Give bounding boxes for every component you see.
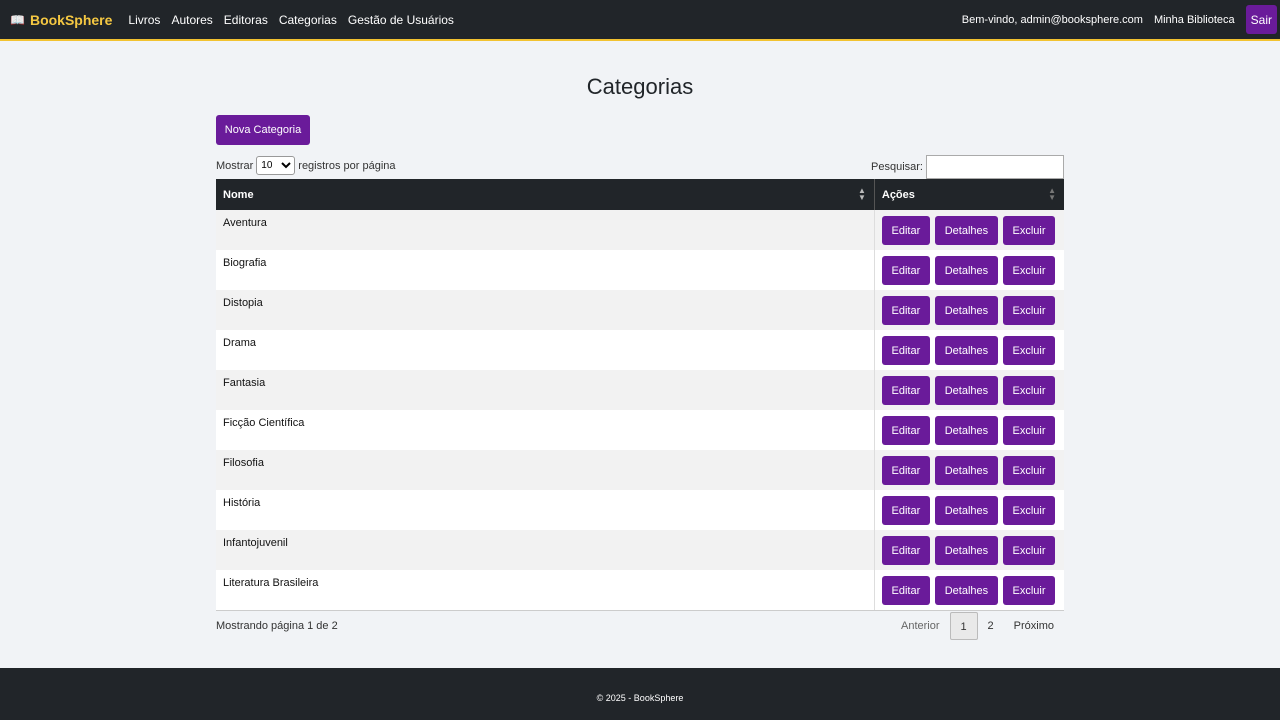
details-button[interactable]: Detalhes (934, 336, 998, 365)
edit-button[interactable]: Editar (881, 496, 930, 525)
details-button[interactable]: Detalhes (934, 376, 998, 405)
details-button[interactable]: Detalhes (934, 416, 998, 445)
category-name: Infantojuvenil (216, 530, 875, 570)
footer: © 2025 - BookSphere (0, 668, 1280, 720)
edit-button[interactable]: Editar (881, 536, 930, 565)
nav-link-gestao-usuarios[interactable]: Gestão de Usuários (348, 13, 454, 27)
details-button[interactable]: Detalhes (934, 256, 998, 285)
edit-button[interactable]: Editar (881, 256, 930, 285)
category-name: Drama (216, 330, 875, 370)
edit-button[interactable]: Editar (881, 336, 930, 365)
table-row: Fantasia Editar Detalhes Excluir (216, 370, 1064, 410)
nav-link-livros[interactable]: Livros (128, 13, 160, 27)
brand-name[interactable]: BookSphere (30, 12, 112, 28)
details-button[interactable]: Detalhes (934, 536, 998, 565)
table-body: Aventura Editar Detalhes Excluir Biograf… (216, 210, 1064, 611)
delete-button[interactable]: Excluir (1003, 456, 1055, 485)
details-button[interactable]: Detalhes (934, 296, 998, 325)
details-button[interactable]: Detalhes (934, 576, 998, 605)
category-name: Fantasia (216, 370, 875, 410)
logout-button[interactable]: Sair (1245, 5, 1277, 34)
table-row: Aventura Editar Detalhes Excluir (216, 210, 1064, 250)
page-button-1[interactable]: 1 (949, 612, 978, 640)
delete-button[interactable]: Excluir (1003, 296, 1055, 325)
table-header-row: Nome ▲ ▼ Ações ▲ ▼ (216, 179, 1064, 210)
show-label: Mostrar (216, 159, 254, 172)
category-name: História (216, 490, 875, 530)
search-input[interactable] (926, 155, 1064, 179)
category-name: Ficção Científica (216, 410, 875, 450)
delete-button[interactable]: Excluir (1003, 336, 1055, 365)
open-book-icon: 📖 (10, 12, 25, 27)
table-row: Distopia Editar Detalhes Excluir (216, 290, 1064, 330)
category-name: Filosofia (216, 450, 875, 490)
table-row: Biografia Editar Detalhes Excluir (216, 250, 1064, 290)
edit-button[interactable]: Editar (881, 216, 930, 245)
brand[interactable]: 📖 BookSphere (10, 12, 112, 28)
navbar: 📖 BookSphere Livros Autores Editoras Cat… (0, 0, 1280, 41)
page-button-2[interactable]: 2 (978, 612, 1004, 640)
details-button[interactable]: Detalhes (934, 216, 998, 245)
footer-text: © 2025 - BookSphere (596, 693, 684, 703)
welcome-text: Bem-vindo, admin@booksphere.com (961, 13, 1143, 26)
details-button[interactable]: Detalhes (934, 456, 998, 485)
edit-button[interactable]: Editar (881, 416, 930, 445)
table-row: Literatura Brasileira Editar Detalhes Ex… (216, 570, 1064, 611)
my-library-link[interactable]: Minha Biblioteca (1154, 14, 1235, 26)
search-control: Pesquisar: (871, 155, 1064, 179)
page-title: Categorias (586, 74, 694, 99)
details-button[interactable]: Detalhes (934, 496, 998, 525)
nav-user-area: Bem-vindo, admin@booksphere.com Minha Bi… (962, 5, 1277, 34)
nav-link-editoras[interactable]: Editoras (224, 13, 268, 27)
categories-table: Nome ▲ ▼ Ações ▲ ▼ Aventura Editar Detalhe… (216, 179, 1064, 611)
delete-button[interactable]: Excluir (1003, 416, 1055, 445)
nav-link-autores[interactable]: Autores (171, 13, 212, 27)
category-name: Literatura Brasileira (216, 570, 875, 611)
search-label: Pesquisar: (871, 161, 923, 173)
table-row: História Editar Detalhes Excluir (216, 490, 1064, 530)
edit-button[interactable]: Editar (881, 576, 930, 605)
pagination: Anterior 1 2 Próximo (891, 612, 1064, 640)
pagination-info: Mostrando página 1 de 2 (216, 620, 338, 632)
table-row: Infantojuvenil Editar Detalhes Excluir (216, 530, 1064, 570)
previous-page-button[interactable]: Anterior (891, 612, 950, 640)
sort-asc-icon: ▲ ▼ (857, 186, 866, 202)
category-name: Aventura (216, 210, 875, 250)
table-row: Filosofia Editar Detalhes Excluir (216, 450, 1064, 490)
nav-links: Livros Autores Editoras Categorias Gestã… (128, 13, 454, 27)
delete-button[interactable]: Excluir (1003, 576, 1055, 605)
delete-button[interactable]: Excluir (1003, 496, 1055, 525)
sort-icon: ▲ ▼ (1048, 186, 1056, 202)
page-size-control: Mostrar 10 registros por página (216, 156, 396, 175)
per-page-label: registros por página (298, 159, 396, 172)
category-name: Biografia (216, 250, 875, 290)
column-header-acoes[interactable]: Ações ▲ ▼ (874, 179, 1064, 210)
delete-button[interactable]: Excluir (1003, 256, 1055, 285)
delete-button[interactable]: Excluir (1003, 376, 1055, 405)
table-row: Drama Editar Detalhes Excluir (216, 330, 1064, 370)
nav-link-categorias[interactable]: Categorias (279, 13, 337, 27)
next-page-button[interactable]: Próximo (1004, 612, 1064, 640)
edit-button[interactable]: Editar (881, 376, 930, 405)
edit-button[interactable]: Editar (881, 456, 930, 485)
table-row: Ficção Científica Editar Detalhes Exclui… (216, 410, 1064, 450)
column-header-nome[interactable]: Nome ▲ ▼ (216, 179, 875, 210)
new-category-button[interactable]: Nova Categoria (216, 115, 310, 145)
page-size-select[interactable]: 10 (256, 156, 296, 175)
edit-button[interactable]: Editar (881, 296, 930, 325)
delete-button[interactable]: Excluir (1003, 216, 1055, 245)
delete-button[interactable]: Excluir (1003, 536, 1055, 565)
category-name: Distopia (216, 290, 875, 330)
